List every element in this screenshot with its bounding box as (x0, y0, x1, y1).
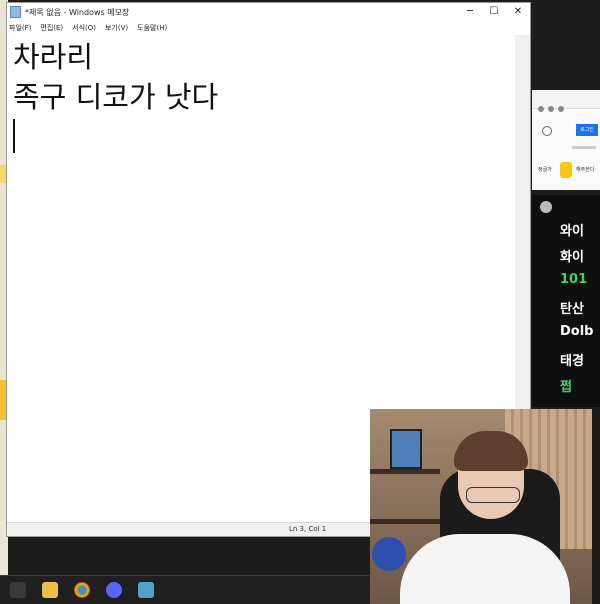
menu-help[interactable]: 도움말(H) (137, 23, 167, 33)
reload-icon[interactable] (558, 106, 564, 112)
chat-message: 와이 (560, 224, 584, 239)
menu-bar: 파일(F) 편집(E) 서식(O) 보기(V) 도움말(H) (7, 21, 530, 35)
chat-message: 화이 (560, 250, 584, 265)
app-icon[interactable] (138, 582, 154, 598)
start-icon[interactable] (10, 582, 26, 598)
webcam-poster (390, 429, 422, 469)
menu-view[interactable]: 보기(V) (105, 23, 128, 33)
text-caret (13, 119, 15, 153)
title-bar[interactable]: *제목 없음 - Windows 메모장 ─ ☐ ✕ (7, 3, 530, 21)
editor-line: 족구 디코가 낫다 (13, 80, 219, 114)
editor-line: 차라리 (13, 40, 94, 74)
browser-text-line (572, 146, 596, 149)
back-icon[interactable] (538, 106, 544, 112)
login-button[interactable]: 로그인 (576, 124, 598, 136)
browser-chip[interactable]: 정글가 (538, 166, 552, 173)
browser-chip[interactable]: 해주한다 (576, 166, 594, 173)
webcam-overlay (370, 409, 592, 604)
close-icon[interactable] (540, 201, 552, 213)
minimize-button[interactable]: ─ (458, 3, 482, 21)
window-title: *제목 없음 - Windows 메모장 (25, 7, 130, 17)
cursor-position: Ln 3, Col 1 (289, 525, 327, 533)
chat-message: 태경 (560, 354, 584, 369)
chrome-icon[interactable] (74, 582, 90, 598)
webcam-ball (372, 537, 406, 571)
live-chat-panel: 와이 화이 101 탄산 Dolb 태경 쩝 (560, 220, 600, 410)
menu-file[interactable]: 파일(F) (9, 23, 31, 33)
chat-message: 쩝 (560, 380, 572, 395)
notepad-icon (10, 6, 21, 18)
chat-message: 101 (560, 272, 588, 287)
background-browser-window[interactable]: 로그인 정글가 해주한다 (532, 90, 600, 190)
close-button[interactable]: ✕ (506, 3, 530, 21)
gear-icon[interactable] (542, 126, 552, 136)
webcam-shelf (370, 519, 440, 524)
folder-icon[interactable] (42, 582, 58, 598)
webcam-shelf (370, 469, 440, 474)
webcam-glasses (466, 487, 520, 503)
menu-edit[interactable]: 편집(E) (40, 23, 63, 33)
chat-message: 탄산 (560, 302, 584, 317)
browser-thumbnail[interactable] (560, 162, 572, 178)
chat-message: Dolb (560, 324, 594, 339)
menu-format[interactable]: 서식(O) (72, 23, 96, 33)
forward-icon[interactable] (548, 106, 554, 112)
maximize-button[interactable]: ☐ (482, 3, 506, 21)
discord-icon[interactable] (106, 582, 122, 598)
taskbar (0, 575, 370, 604)
webcam-shirt (400, 534, 570, 604)
